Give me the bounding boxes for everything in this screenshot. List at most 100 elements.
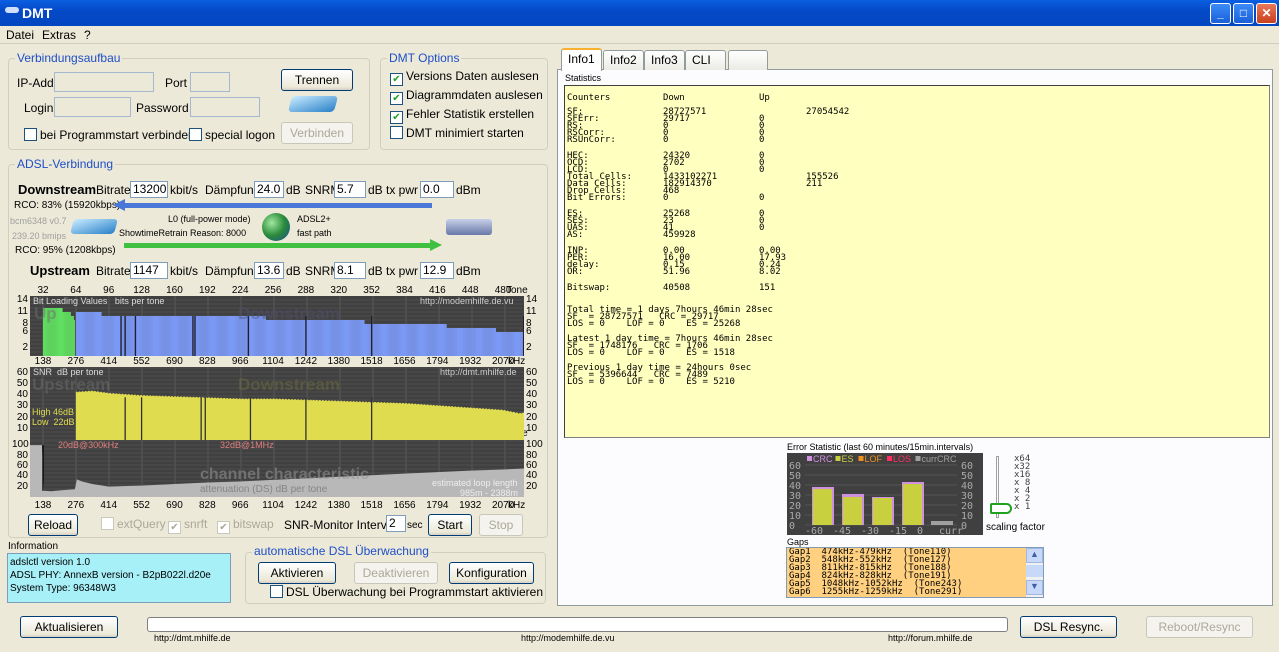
interval-input[interactable]: 2 <box>386 515 406 532</box>
dsl-resync-button[interactable]: DSL Resync. <box>1020 616 1117 638</box>
dmt-option-checkbox[interactable]: ✔ Versions Daten auslesen <box>390 69 539 86</box>
gaps-list[interactable]: Gap1 474kHz-479kHz (Tone110) Gap2 548kHz-… <box>786 547 1044 598</box>
khz-tick: 966 <box>231 356 249 367</box>
close-button[interactable]: ✕ <box>1256 3 1277 24</box>
activate-button[interactable]: Aktivieren <box>258 562 336 584</box>
up-bitrate-field[interactable]: 1147 <box>130 262 168 279</box>
tab-empty[interactable] <box>728 50 768 70</box>
bit-bar-downstream <box>295 320 297 356</box>
up-snrm-field[interactable]: 8.1 <box>334 262 366 279</box>
down-bitrate-field[interactable]: 13200 <box>130 181 168 198</box>
disconnect-button[interactable]: Trennen <box>281 69 353 91</box>
scale-slider-thumb[interactable] <box>990 503 1012 514</box>
monitor-autostart-checkbox[interactable]: DSL Überwachung bei Programmstart aktivi… <box>270 585 543 599</box>
downstream-arrow <box>122 203 432 208</box>
scroll-thumb[interactable] <box>1026 565 1043 577</box>
bit-bar-downstream <box>519 332 521 356</box>
bit-bar-downstream <box>155 316 158 356</box>
password-input[interactable] <box>190 97 260 117</box>
login-input[interactable] <box>54 97 131 117</box>
y-tick-left: 2 <box>22 342 28 353</box>
bit-bar-downstream <box>454 328 456 356</box>
down-snrm-field[interactable]: 5.7 <box>334 181 366 198</box>
bit-bar-downstream <box>360 320 362 356</box>
bit-bar-downstream <box>92 312 94 356</box>
stop-button[interactable]: Stop <box>479 514 523 536</box>
url-forum[interactable]: http://forum.mhilfe.de <box>888 633 973 643</box>
bit-bar-downstream <box>172 316 174 356</box>
refresh-button[interactable]: Aktualisieren <box>20 616 118 638</box>
es-bar <box>813 489 832 525</box>
bit-bar-downstream <box>123 316 125 356</box>
tone-unit: Tone <box>506 285 528 296</box>
extquery-checkbox[interactable]: extQuery <box>101 517 166 531</box>
deactivate-button[interactable]: Deaktivieren <box>354 562 438 584</box>
bit-bar-downstream <box>383 324 386 356</box>
bit-bar-downstream <box>83 312 85 356</box>
url-modemhilfe[interactable]: http://modemhilfe.de.vu <box>521 633 615 643</box>
upstream-arrow <box>124 243 430 248</box>
tab-info1[interactable]: Info1 <box>561 48 602 71</box>
dmt-option-label: Versions Daten auslesen <box>406 69 539 83</box>
dmt-option-checkbox[interactable]: DMT minimiert starten <box>390 126 524 140</box>
up-att-field[interactable]: 13.6 <box>254 262 284 279</box>
info-line: ADSL PHY: AnnexB version - B2pB022l.d20e <box>10 570 211 581</box>
bit-bar-downstream <box>287 320 289 356</box>
bit-bar-downstream <box>115 316 118 356</box>
y-tick-left: 14 <box>16 294 28 305</box>
bit-bar-downstream <box>288 320 290 356</box>
menu-extras[interactable]: Extras <box>38 26 80 44</box>
chart-watermark: http://dmt.mhilfe.de <box>440 367 517 377</box>
dmt-option-checkbox[interactable]: ✔ Fehler Statistik erstellen <box>390 107 534 124</box>
ip-input[interactable] <box>54 72 154 92</box>
scroll-down-icon[interactable]: ▼ <box>1026 580 1043 595</box>
menu-datei[interactable]: Datei <box>2 26 38 44</box>
url-dmt[interactable]: http://dmt.mhilfe.de <box>154 633 231 643</box>
bit-bar-downstream <box>357 320 359 356</box>
bit-bar-downstream <box>145 316 147 356</box>
checkbox-box <box>390 126 403 139</box>
gap-item[interactable]: Gap6 1255kHz-1259kHz (Tone291) <box>789 588 1043 597</box>
khz-tick: 1242 <box>294 500 318 511</box>
reload-button[interactable]: Reload <box>28 514 78 536</box>
tab-cli[interactable]: CLI <box>685 50 726 70</box>
stat-cell: 0 <box>759 135 765 145</box>
gaps-scrollbar[interactable]: ▲ ▼ <box>1026 548 1043 597</box>
bit-bar-downstream <box>490 328 492 356</box>
bit-bar-up <box>58 308 60 356</box>
minimize-button[interactable]: _ <box>1210 3 1231 24</box>
bitswap-checkbox[interactable]: ✔ bitswap <box>217 517 274 534</box>
khz-tick: 1794 <box>426 500 449 511</box>
maximize-button[interactable]: □ <box>1233 3 1254 24</box>
bit-bar-downstream <box>448 328 450 356</box>
bit-bar-downstream <box>298 320 300 356</box>
connect-button[interactable]: Verbinden <box>281 122 353 144</box>
start-button[interactable]: Start <box>428 514 472 536</box>
reboot-resync-button[interactable]: Reboot/Resync <box>1146 616 1253 638</box>
bit-bar-downstream <box>400 324 402 356</box>
down-txpwr-field[interactable]: 0.0 <box>420 181 454 198</box>
up-txpwr-field[interactable]: 12.9 <box>420 262 454 279</box>
bit-bar-downstream <box>200 316 202 356</box>
y-tick-left: 0 <box>789 521 795 532</box>
bit-bar-downstream <box>207 316 209 356</box>
autoconnect-checkbox[interactable]: bei Programmstart verbinden <box>24 128 195 142</box>
monitor-autostart-label: DSL Überwachung bei Programmstart aktivi… <box>286 585 543 599</box>
downstream-label: Downstream <box>18 182 97 197</box>
menu-help[interactable]: ? <box>80 26 95 44</box>
configuration-button[interactable]: Konfiguration <box>449 562 534 584</box>
port-input[interactable] <box>190 72 230 92</box>
tab-info2[interactable]: Info2 <box>603 50 644 70</box>
tab-info3[interactable]: Info3 <box>644 50 685 70</box>
dmt-option-checkbox[interactable]: ✔ Diagrammdaten auslesen <box>390 88 543 105</box>
scroll-up-icon[interactable]: ▲ <box>1026 548 1043 563</box>
bit-bar-downstream <box>330 320 332 356</box>
legend-label: LOS <box>893 454 911 464</box>
special-logon-checkbox[interactable]: special logon <box>189 128 275 142</box>
bit-bar-downstream <box>333 320 335 356</box>
chip-version: bcm6348 v0.7 <box>10 216 67 226</box>
loop-length-label: estimated loop length <box>432 478 518 488</box>
bit-bar-downstream <box>483 328 485 356</box>
snrft-checkbox[interactable]: ✔ snrft <box>168 517 207 534</box>
down-att-field[interactable]: 24.0 <box>254 181 284 198</box>
